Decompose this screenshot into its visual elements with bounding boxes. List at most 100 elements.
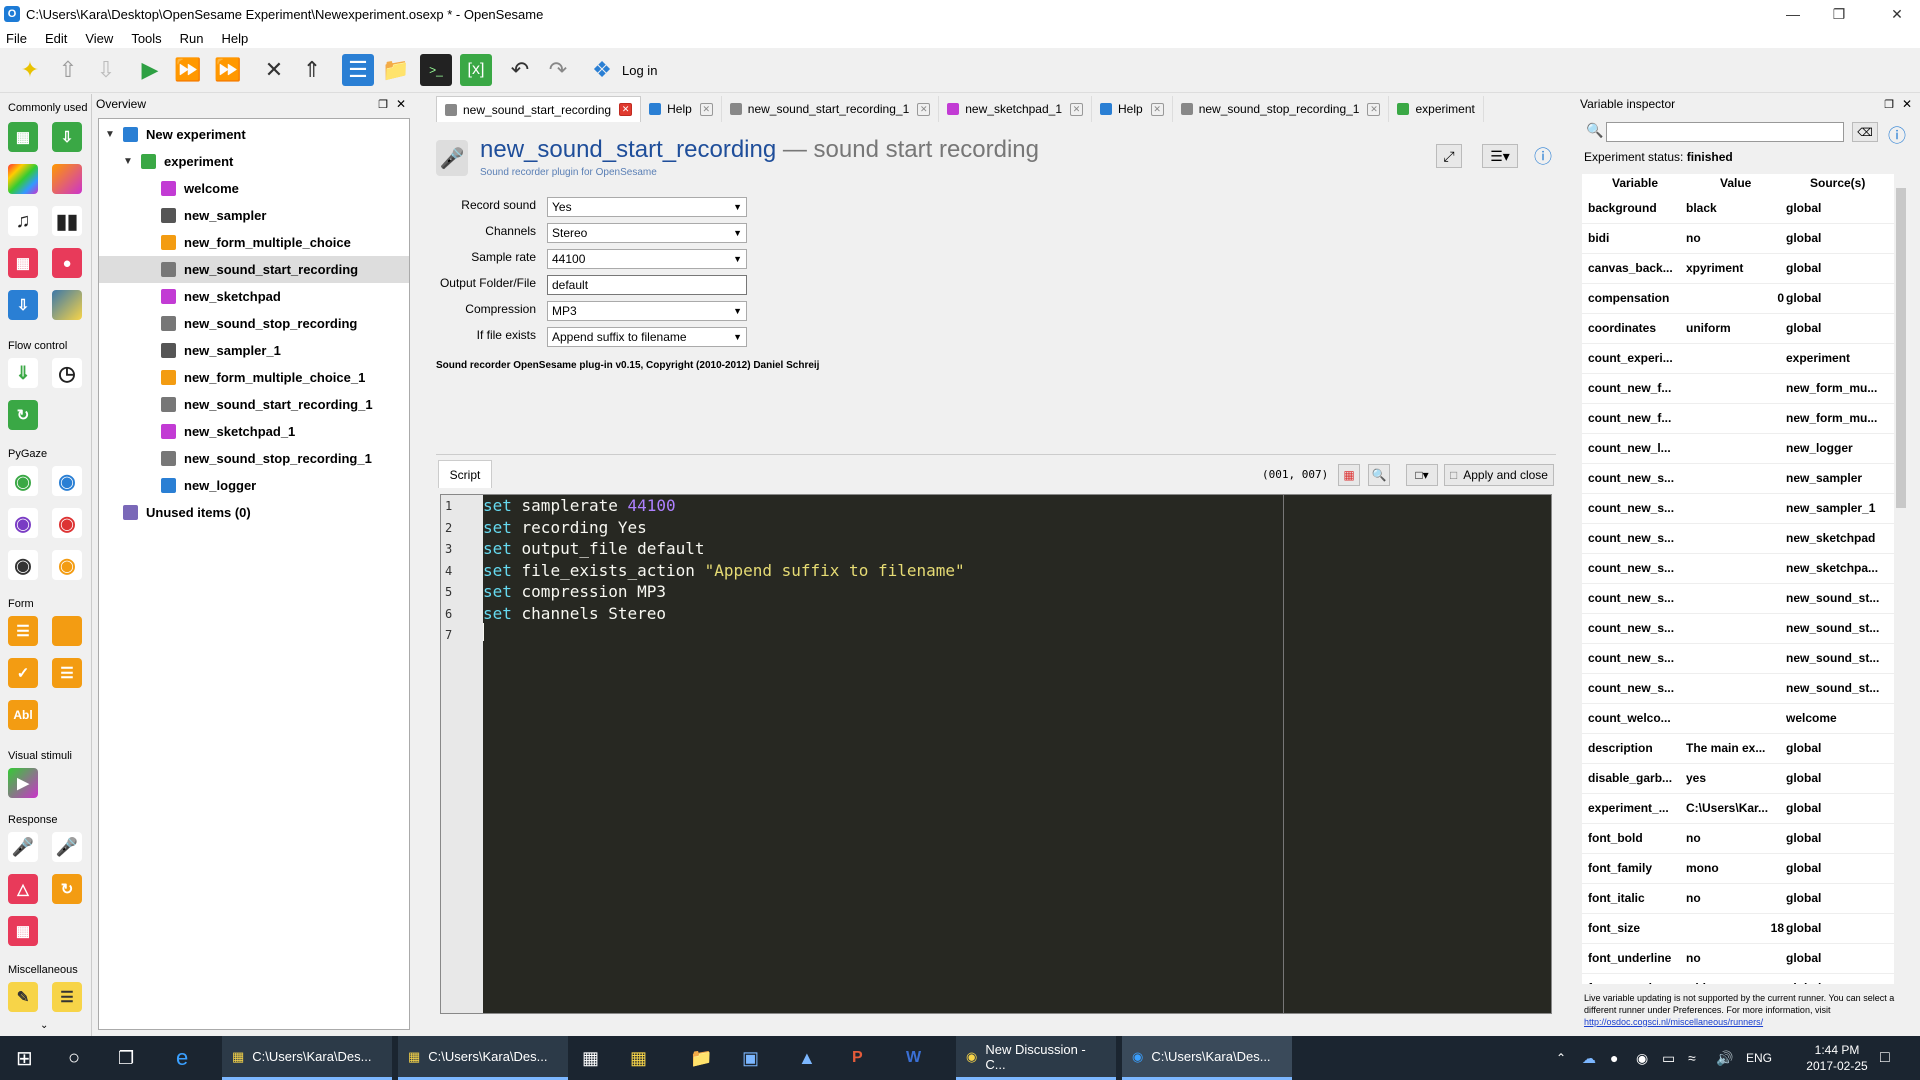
record-sound-select[interactable]: Yes ▼ <box>547 197 747 217</box>
tree-item[interactable]: new_sketchpad <box>99 283 409 310</box>
variable-row[interactable]: font_family mono global <box>1582 854 1894 884</box>
item-name[interactable]: new_sound_start_recording <box>480 136 776 163</box>
channels-select[interactable]: Stereo ▼ <box>547 223 747 243</box>
variable-row[interactable]: bidi no global <box>1582 224 1894 254</box>
tree-item[interactable]: new_form_multiple_choice <box>99 229 409 256</box>
variable-row[interactable]: foregroundwhiteglobal <box>1582 974 1894 984</box>
sampler-icon[interactable]: ♫ <box>8 206 38 236</box>
tree-item[interactable]: new_sound_start_recording_1 <box>99 391 409 418</box>
code-line[interactable]: set channels Stereo <box>483 604 666 623</box>
variable-row[interactable]: count_new_s... new_sound_st... <box>1582 584 1894 614</box>
sample-rate-select[interactable]: 44100 ▼ <box>547 249 747 269</box>
tree-item[interactable]: new_sound_stop_recording <box>99 310 409 337</box>
tab-close-icon[interactable]: ✕ <box>1150 102 1164 116</box>
task-view-icon[interactable]: ❐ <box>118 1036 134 1080</box>
help-icon[interactable]: ⓘ <box>1530 144 1556 168</box>
touch-response-icon[interactable]: ▦ <box>8 916 38 946</box>
variable-row[interactable]: disable_garb... yes global <box>1582 764 1894 794</box>
variable-row[interactable]: count_new_s... new_sound_st... <box>1582 614 1894 644</box>
redo-icon[interactable]: ↷ <box>542 54 574 86</box>
form-multiple-choice-icon[interactable]: ☰ <box>8 616 38 646</box>
maximize-button[interactable]: ❐ <box>1816 0 1862 28</box>
collapse-arrow-icon[interactable]: ▼ <box>123 156 137 167</box>
run-icon[interactable]: ▶ <box>134 54 166 86</box>
code-line[interactable]: set output_file default <box>483 539 705 558</box>
tray-app-icon[interactable]: ◉ <box>1636 1036 1648 1080</box>
synth-icon[interactable]: ▮▮ <box>52 206 82 236</box>
menu-run[interactable]: Run <box>180 31 204 46</box>
media-player-icon[interactable]: ▶ <box>8 768 38 798</box>
tray-expand-icon[interactable]: ⌃ <box>1556 1036 1566 1080</box>
quick-run-icon[interactable]: ⏩ <box>212 54 244 86</box>
inspector-scrollbar[interactable] <box>1894 174 1908 984</box>
variable-row[interactable]: font_bold no global <box>1582 824 1894 854</box>
variable-row[interactable]: description The main ex... global <box>1582 734 1894 764</box>
new-file-icon[interactable]: ✦ <box>14 54 46 86</box>
joystick-icon[interactable]: △ <box>8 874 38 904</box>
runner-docs-link[interactable]: http://osdoc.cogsci.nl/miscellaneous/run… <box>1584 1017 1763 1027</box>
repeat-cycle-icon[interactable]: ↻ <box>8 400 38 430</box>
tree-item[interactable]: new_sketchpad_1 <box>99 418 409 445</box>
script-tab[interactable]: Script <box>438 460 492 488</box>
variable-row[interactable]: font_size 18 global <box>1582 914 1894 944</box>
login-label[interactable]: Log in <box>622 63 657 78</box>
tab-close-icon[interactable]: ✕ <box>1070 102 1083 116</box>
tray-cloud-icon[interactable]: ☁ <box>1582 1036 1596 1080</box>
variable-row[interactable]: count_new_s... new_sampler_1 <box>1582 494 1894 524</box>
undock-icon[interactable]: ❐ <box>1884 98 1894 111</box>
taskbar-explorer-2[interactable]: ▦ C:\Users\Kara\Des... <box>398 1036 568 1080</box>
close-tabs-icon[interactable]: ⇑ <box>296 54 328 86</box>
form-base-icon[interactable] <box>52 616 82 646</box>
battery-icon[interactable]: ▭ <box>1662 1036 1675 1080</box>
dock-close-icon[interactable]: ✕ <box>1902 97 1912 111</box>
code-line[interactable]: set compression MP3 <box>483 582 666 601</box>
scroll-down-icon[interactable]: ⌄ <box>40 1020 48 1031</box>
undo-icon[interactable]: ↶ <box>504 54 536 86</box>
menu-edit[interactable]: Edit <box>45 31 67 46</box>
variable-search-input[interactable] <box>1606 122 1844 142</box>
maximize-item-icon[interactable]: ⤢ <box>1436 144 1462 168</box>
variable-row[interactable]: count_new_s... new_sound_st... <box>1582 674 1894 704</box>
item-description[interactable]: Sound recorder plugin for OpenSesame <box>480 167 657 178</box>
variable-row[interactable]: experiment_... C:\Users\Kar... global <box>1582 794 1894 824</box>
tab-1[interactable]: Help ✕ <box>641 96 722 122</box>
logger-icon[interactable]: ⇩ <box>8 290 38 320</box>
column-header-sources[interactable]: Source(s) <box>1810 176 1865 190</box>
debug-window-icon[interactable]: >_ <box>420 54 452 86</box>
voice-key-icon[interactable]: 🎤 <box>8 832 38 862</box>
find-icon[interactable]: 🔍 <box>1368 464 1390 486</box>
tab-close-icon[interactable]: ✕ <box>619 103 633 116</box>
if-file-exists-select[interactable]: Append suffix to filename ▼ <box>547 327 747 347</box>
tree-item[interactable]: new_form_multiple_choice_1 <box>99 364 409 391</box>
tree-item[interactable]: new_sampler_1 <box>99 337 409 364</box>
variable-row[interactable]: count_new_f... new_form_mu... <box>1582 404 1894 434</box>
variable-row[interactable]: count_new_f... new_form_mu... <box>1582 374 1894 404</box>
overview-toggle-icon[interactable]: ☰ <box>342 54 374 86</box>
variable-row[interactable]: background black global <box>1582 194 1894 224</box>
script-settings-icon[interactable]: ▦ <box>1338 464 1360 486</box>
sketchpad-icon[interactable] <box>8 164 38 194</box>
output-folder-input[interactable]: default <box>547 275 747 295</box>
variable-row[interactable]: coordinates uniform global <box>1582 314 1894 344</box>
explorer-icon[interactable]: 📁 <box>690 1036 712 1080</box>
tray-chat-icon[interactable]: ● <box>1610 1036 1618 1080</box>
save-icon[interactable]: ⇩ <box>90 54 122 86</box>
inline-script-icon[interactable] <box>52 290 82 320</box>
login-icon[interactable]: ❖ <box>586 54 618 86</box>
desktop-icon[interactable]: ▲ <box>798 1036 816 1080</box>
tree-item[interactable]: new_sampler <box>99 202 409 229</box>
minimize-button[interactable]: — <box>1770 0 1816 28</box>
variable-row[interactable]: count_experi... experiment <box>1582 344 1894 374</box>
help-icon[interactable]: ⓘ <box>1888 122 1906 148</box>
view-options-icon[interactable]: ☰▾ <box>1482 144 1518 168</box>
tree-sequence[interactable]: ▼ experiment <box>99 148 409 175</box>
kill-icon[interactable]: ✕ <box>258 54 290 86</box>
form-text-input-icon[interactable]: Abl <box>8 700 38 730</box>
sequence-icon[interactable]: ⇩ <box>52 122 82 152</box>
system-clock[interactable]: 1:44 PM 2017-02-25 <box>1802 1042 1872 1074</box>
variable-row[interactable]: count_new_s... new_sketchpa... <box>1582 554 1894 584</box>
variable-inspector-icon[interactable]: [x] <box>460 54 492 86</box>
code-line[interactable]: set samplerate 44100 <box>483 496 676 515</box>
volume-icon[interactable]: 🔊 <box>1716 1036 1733 1080</box>
variable-row[interactable]: count_welco... welcome <box>1582 704 1894 734</box>
